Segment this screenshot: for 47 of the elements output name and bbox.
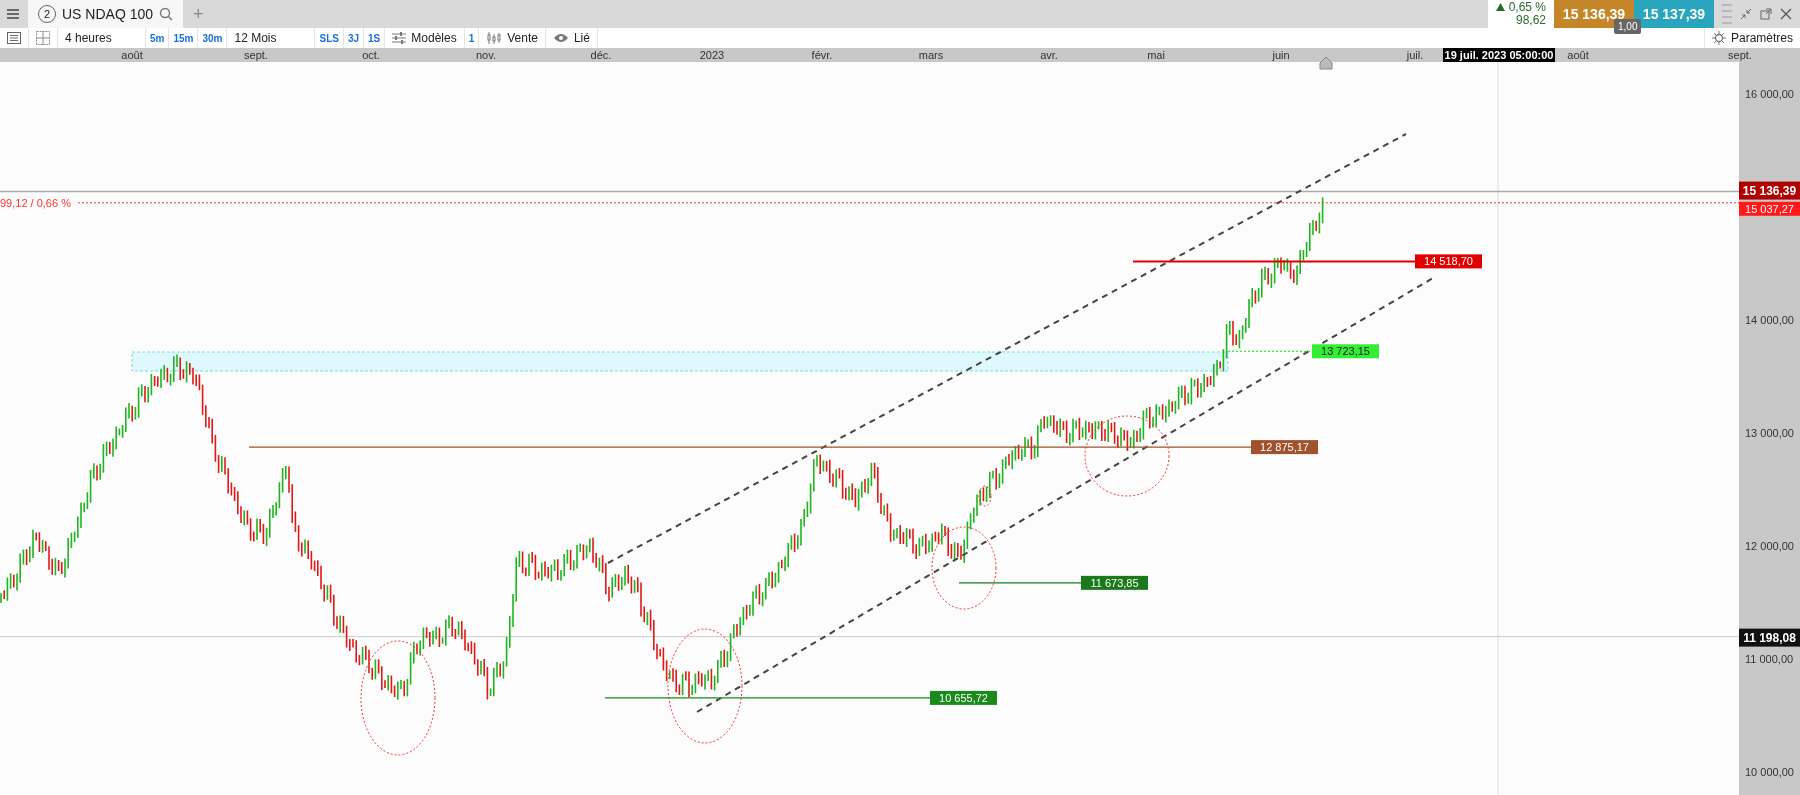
month-label: 2023 xyxy=(699,49,725,61)
month-label: juil. xyxy=(1406,49,1424,61)
list-icon xyxy=(7,32,21,44)
chart-tab[interactable]: 2 US NDAQ 100 xyxy=(28,0,184,28)
month-label: déc. xyxy=(590,49,612,61)
sliders-icon xyxy=(392,32,407,44)
price-level-tag: 11 673,85 xyxy=(1081,575,1148,590)
collapse-icon xyxy=(1740,8,1752,20)
eye-icon xyxy=(552,33,569,43)
month-label: août xyxy=(1567,49,1589,61)
drag-handle-icon xyxy=(1722,2,1732,26)
change-value: 98,62 xyxy=(1515,14,1546,28)
quantity-badge: 1,00 xyxy=(1614,19,1642,34)
month-label: oct. xyxy=(362,49,380,61)
grid-layout-icon xyxy=(36,31,50,45)
change-percent: 0,65 % xyxy=(1508,0,1546,14)
popout-icon xyxy=(1760,8,1772,20)
month-label: mai xyxy=(1147,49,1165,61)
month-label: févr. xyxy=(811,49,833,61)
month-label: sept. xyxy=(244,49,268,61)
month-label: août xyxy=(121,49,143,61)
time-marker-icon xyxy=(1319,56,1333,70)
price-tick-label: 16 000,00 xyxy=(1745,88,1794,100)
price-level-tag: 12 875,17 xyxy=(1251,440,1318,455)
price-tick-label: 13 000,00 xyxy=(1745,427,1794,439)
price-tick-label: 12 000,00 xyxy=(1745,540,1794,552)
change-label: 99,12 / 0,66 % xyxy=(0,196,71,209)
up-triangle-icon xyxy=(1495,3,1505,12)
close-icon xyxy=(1780,8,1792,20)
candles-icon xyxy=(486,31,503,45)
month-label: avr. xyxy=(1040,49,1058,61)
tab-label: US NDAQ 100 xyxy=(62,4,154,24)
price-tick-label: 14 000,00 xyxy=(1745,314,1794,326)
price-tick-label: 10 000,00 xyxy=(1745,766,1794,778)
month-label: nov. xyxy=(476,49,496,61)
add-tab-button[interactable]: + xyxy=(183,0,214,28)
price-level-tag: 13 723,15 xyxy=(1312,344,1379,359)
price-level-tag: 10 655,72 xyxy=(930,690,997,705)
month-label: mars xyxy=(918,49,944,61)
price-tick-label: 11 000,00 xyxy=(1745,653,1794,665)
search-icon xyxy=(159,7,174,21)
time-cursor-label: 19 juil. 2023 05:00:00 xyxy=(1443,48,1555,62)
month-label: juin xyxy=(1272,49,1290,61)
month-label: sept. xyxy=(1728,49,1752,61)
price-level-tag: 14 518,70 xyxy=(1415,254,1482,269)
menu-icon xyxy=(6,8,20,20)
settings-icon xyxy=(1711,31,1726,45)
